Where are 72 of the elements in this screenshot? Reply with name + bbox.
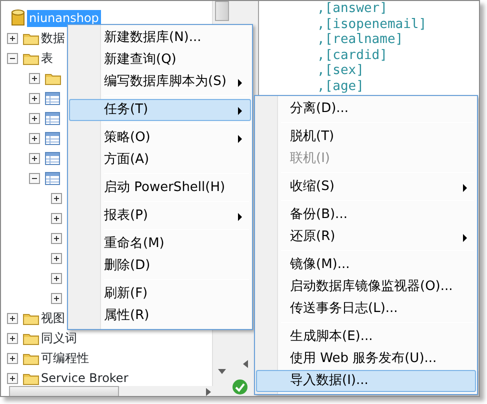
menu-item[interactable]: 使用 Web 服务发布(U)... <box>256 348 476 370</box>
menu-item[interactable]: 编写数据库脚本为(S) <box>69 71 251 93</box>
table-icon <box>45 172 60 184</box>
tree-node[interactable]: 视图 <box>41 310 65 326</box>
expand-icon[interactable] <box>29 72 40 84</box>
menu-item[interactable]: 新建数据库(N)... <box>69 27 251 49</box>
tree-node[interactable]: 数据 <box>41 30 65 46</box>
folder-icon <box>23 31 39 45</box>
scroll-thumb[interactable] <box>9 386 119 396</box>
expand-icon[interactable] <box>7 372 18 384</box>
folder-icon <box>23 331 39 345</box>
table-icon <box>45 132 60 144</box>
code-line: ,[sex] <box>317 63 365 78</box>
menu-item[interactable]: 报表(P) <box>69 205 251 227</box>
menu-item[interactable]: 启动 PowerShell(H) <box>69 177 251 199</box>
expand-icon[interactable] <box>51 252 62 264</box>
expand-icon[interactable] <box>29 92 40 104</box>
expand-icon[interactable] <box>51 272 62 284</box>
expand-icon[interactable] <box>51 292 62 304</box>
scroll-left-arrow-icon[interactable] <box>243 360 248 368</box>
expand-icon[interactable] <box>7 32 18 44</box>
menu-item[interactable]: 删除(D) <box>69 255 251 277</box>
expand-icon[interactable] <box>29 152 40 164</box>
tree-node[interactable]: 可编程性 <box>41 350 89 366</box>
menu-item[interactable]: 镜像(M)... <box>256 254 476 276</box>
menu-item[interactable]: 还原(R) <box>256 226 476 248</box>
scroll-thumb[interactable] <box>215 1 229 21</box>
expand-icon[interactable] <box>7 332 18 344</box>
folder-icon <box>23 371 39 385</box>
expand-icon[interactable] <box>51 212 62 224</box>
code-line: ,[isopenemail] <box>317 16 427 32</box>
expand-icon[interactable] <box>51 232 62 244</box>
code-line: ,[age] <box>317 78 365 94</box>
expand-icon[interactable] <box>51 192 62 204</box>
table-icon <box>45 152 60 164</box>
table-icon <box>45 92 60 104</box>
scroll-right-arrow-icon[interactable] <box>206 388 211 396</box>
menu-item[interactable]: 收缩(S) <box>256 176 476 198</box>
expand-icon[interactable] <box>29 112 40 124</box>
menu-item[interactable]: 分离(D)... <box>256 98 476 120</box>
expand-icon[interactable] <box>29 132 40 144</box>
scroll-down-arrow-icon[interactable] <box>218 369 226 374</box>
tree-node[interactable]: 同义词 <box>41 330 77 346</box>
folder-icon <box>45 71 61 85</box>
menu-item[interactable]: 策略(O) <box>69 127 251 149</box>
tree-node[interactable]: 表 <box>41 50 53 66</box>
collapse-icon[interactable] <box>29 172 40 184</box>
menu-item[interactable]: 生成脚本(E)... <box>256 326 476 348</box>
code-line: ,[cardid] <box>317 48 388 63</box>
menu-item[interactable]: 启动数据库镜像监视器(O)... <box>256 276 476 298</box>
table-icon <box>45 112 60 124</box>
menu-item[interactable]: 新建查询(Q) <box>69 49 251 71</box>
expand-icon[interactable] <box>7 312 18 324</box>
folder-icon <box>23 51 39 65</box>
menu-item[interactable]: 方面(A) <box>69 149 251 171</box>
menu-item[interactable]: 属性(R) <box>69 305 251 327</box>
menu-item[interactable]: 重命名(M) <box>69 233 251 255</box>
menu-item[interactable]: 刷新(F) <box>69 283 251 305</box>
menu-item[interactable]: 导入数据(I)... <box>256 370 476 392</box>
menu-item[interactable]: 脱机(T) <box>256 126 476 148</box>
collapse-icon[interactable] <box>7 52 18 64</box>
horizontal-scrollbar[interactable] <box>9 386 230 396</box>
expand-icon[interactable] <box>7 352 18 364</box>
database-icon <box>11 9 25 27</box>
code-line: ,[realname] <box>317 32 404 48</box>
tree-node[interactable]: Service Broker <box>41 370 128 386</box>
menu-item[interactable]: 任务(T) <box>69 99 251 121</box>
folder-icon <box>23 351 39 365</box>
menu-item[interactable]: 传送事务日志(L)... <box>256 298 476 320</box>
folder-icon <box>23 311 39 325</box>
code-line: ,[answer] <box>317 1 388 16</box>
menu-item[interactable]: 备份(B)... <box>256 204 476 226</box>
